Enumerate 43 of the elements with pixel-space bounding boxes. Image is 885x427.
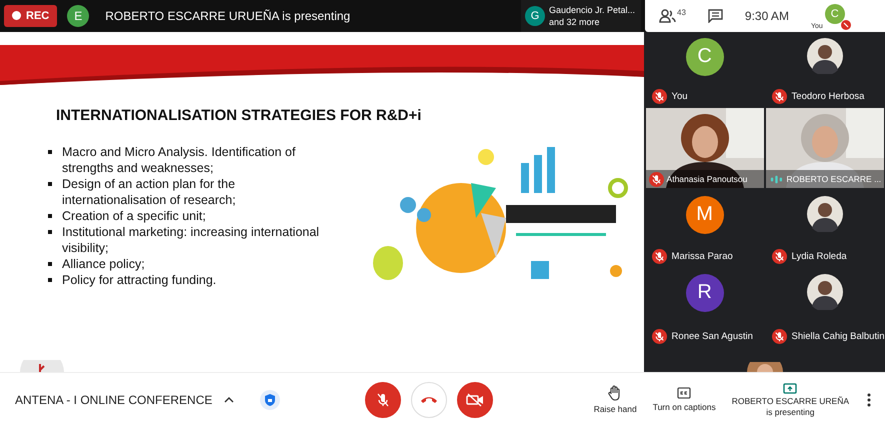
participant-name: You	[672, 90, 688, 102]
bullet-text: Design of an action plan for the internationalisation of research;	[62, 176, 237, 208]
attendee-avatar: G	[525, 6, 545, 26]
slide-title: INTERNATIONALISATION STRATEGIES FOR R&D+i	[56, 106, 422, 124]
participant-avatar: C	[686, 38, 724, 76]
phone-icon	[420, 394, 438, 405]
captions-icon	[677, 387, 692, 400]
people-button[interactable]: 43	[659, 8, 686, 23]
bullet-text: Macro and Micro Analysis. Identification of strengths and weaknesses;	[62, 144, 296, 176]
self-avatar: C	[824, 4, 845, 24]
captions-button[interactable]: Turn on captions	[648, 387, 720, 412]
bullet-text: Policy for attracting funding.	[62, 272, 216, 288]
participant-name: Marissa Parao	[672, 250, 733, 262]
participant-name: Shiella Cahig Balbutin	[792, 330, 884, 342]
chat-icon[interactable]	[708, 8, 723, 23]
participant-name: ROBERTO ESCARRE ...	[786, 174, 882, 184]
recording-badge: REC	[4, 4, 58, 27]
bullet-text: Alliance policy;	[62, 256, 145, 272]
hang-up-button[interactable]	[411, 382, 447, 418]
camera-icon	[466, 392, 484, 407]
microphone-button[interactable]	[365, 382, 401, 418]
presenter-avatar: E	[67, 4, 90, 27]
shield-lock-icon[interactable]	[260, 390, 280, 410]
presenting-text: ROBERTO ESCARRE URUEÑA is presenting	[105, 8, 350, 23]
participant-avatar: R	[686, 274, 724, 312]
attendees-chip[interactable]: G Gaudencio Jr. Petal... and 32 more	[521, 0, 641, 32]
participant-name: Lydia Roleda	[792, 250, 847, 262]
participant-name: Teodoro Herbosa	[792, 90, 864, 102]
bullet-text: Creation of a specific unit;	[62, 208, 206, 224]
participant-avatar: M	[686, 196, 724, 234]
bullet-text: Institutional marketing: increasing international visibility;	[62, 224, 320, 256]
hand-icon	[608, 385, 622, 402]
camera-button[interactable]	[457, 382, 493, 418]
present-screen-icon	[783, 382, 798, 395]
caret-icon[interactable]	[224, 396, 234, 403]
microphone-icon	[375, 392, 391, 408]
raise-hand-button[interactable]: Raise hand	[590, 385, 641, 414]
more-options-icon[interactable]	[867, 392, 871, 407]
meeting-title: ANTENA - I ONLINE CONFERENCE	[15, 392, 212, 407]
clock-time: 9:30 AM	[744, 8, 789, 23]
participant-name: Ronee San Agustin	[672, 330, 753, 342]
presentation-button[interactable]: ROBERTO ESCARRE UREÑA is presenting	[728, 382, 853, 417]
participant-name: Athanasia Panoutsou	[666, 174, 748, 184]
